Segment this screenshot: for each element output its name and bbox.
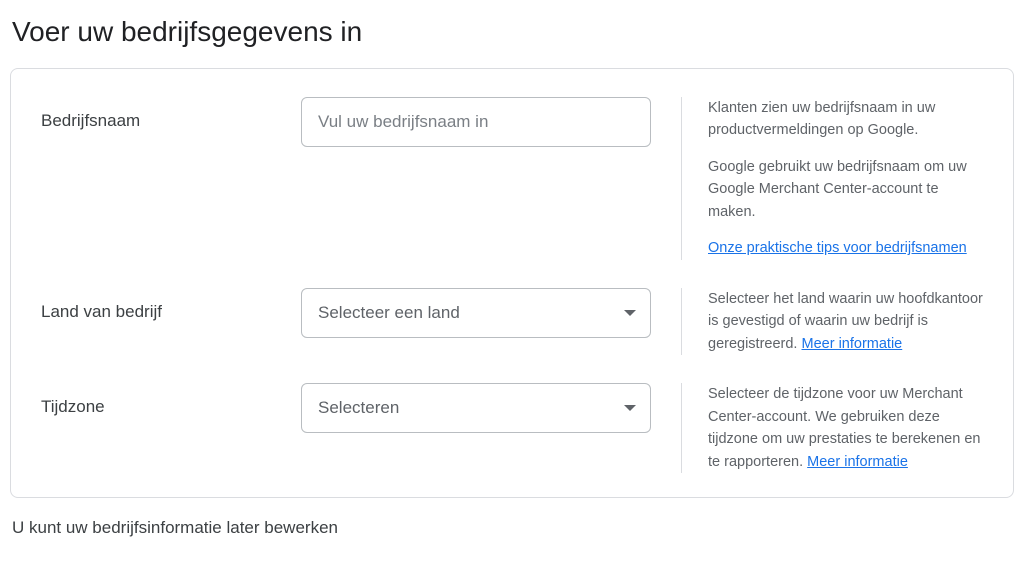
select-placeholder: Selecteer een land bbox=[318, 303, 460, 323]
business-name-input[interactable] bbox=[301, 97, 651, 147]
select-placeholder: Selecteren bbox=[318, 398, 399, 418]
footer-note: U kunt uw bedrijfsinformatie later bewer… bbox=[12, 518, 1014, 538]
row-business-name: Bedrijfsnaam Klanten zien uw bedrijfsnaa… bbox=[41, 97, 983, 260]
help-text: Google gebruikt uw bedrijfsnaam om uw Go… bbox=[708, 156, 983, 223]
chevron-down-icon bbox=[624, 310, 636, 316]
divider bbox=[681, 97, 682, 260]
divider bbox=[681, 383, 682, 473]
timezone-select[interactable]: Selecteren bbox=[301, 383, 651, 433]
more-info-link[interactable]: Meer informatie bbox=[802, 336, 903, 352]
business-info-card: Bedrijfsnaam Klanten zien uw bedrijfsnaa… bbox=[10, 68, 1014, 498]
more-info-link[interactable]: Meer informatie bbox=[807, 454, 908, 470]
divider bbox=[681, 288, 682, 355]
help-text: Klanten zien uw bedrijfsnaam in uw produ… bbox=[708, 97, 983, 142]
label-country: Land van bedrijf bbox=[41, 288, 281, 322]
row-timezone: Tijdzone Selecteren Selecteer de tijdzon… bbox=[41, 383, 983, 473]
help-business-name: Klanten zien uw bedrijfsnaam in uw produ… bbox=[708, 97, 983, 260]
help-timezone: Selecteer de tijdzone voor uw Merchant C… bbox=[708, 383, 983, 473]
label-business-name: Bedrijfsnaam bbox=[41, 97, 281, 131]
chevron-down-icon bbox=[624, 405, 636, 411]
page-title: Voer uw bedrijfsgegevens in bbox=[12, 16, 1014, 48]
country-select[interactable]: Selecteer een land bbox=[301, 288, 651, 338]
row-country: Land van bedrijf Selecteer een land Sele… bbox=[41, 288, 983, 355]
tips-link[interactable]: Onze praktische tips voor bedrijfsnamen bbox=[708, 240, 967, 256]
help-country: Selecteer het land waarin uw hoofdkantoo… bbox=[708, 288, 983, 355]
label-timezone: Tijdzone bbox=[41, 383, 281, 417]
